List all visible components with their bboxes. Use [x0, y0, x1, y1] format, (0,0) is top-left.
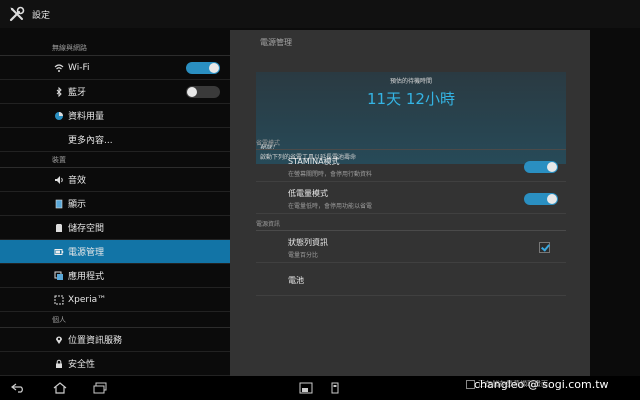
sidebar-item-security[interactable]: 安全性 [0, 352, 230, 376]
power-saving-header: 省電模式 [256, 138, 566, 150]
sidebar-item-label: 電源管理 [68, 248, 105, 258]
sidebar-item-label: 更多內容... [68, 136, 113, 146]
xperia-icon [54, 295, 64, 305]
bluetooth-icon [54, 86, 64, 97]
standby-banner: 預估的待機時間 11天 12小時 秘訣！ 啟動下列的省電工具以延長電池壽命 [256, 72, 566, 164]
sidebar-item-xperia[interactable]: Xperia™ [0, 288, 230, 312]
sidebar-item-apps[interactable]: 應用程式 [0, 264, 230, 288]
settings-tools-icon[interactable] [8, 5, 26, 23]
back-icon[interactable] [10, 381, 26, 395]
sidebar-item-label: 顯示 [68, 200, 87, 210]
power-icon [54, 247, 64, 257]
toggle-knob [209, 62, 219, 73]
stamina-mode-row[interactable]: STAMINA模式 在螢幕關閉時，會停用行動資料 [256, 152, 566, 182]
sidebar-item-label: 應用程式 [68, 272, 105, 282]
small-app-icon[interactable] [298, 381, 314, 395]
sidebar-item-label: 資料用量 [68, 112, 105, 122]
section-header-device: 裝置 [0, 152, 230, 168]
toggle-knob [547, 162, 557, 172]
lock-icon [54, 359, 64, 369]
status-bar-summary: 電量百分比 [288, 252, 319, 259]
data-usage-icon [54, 111, 64, 121]
power-management-panel: 電源管理 預估的待機時間 11天 12小時 秘訣！ 啟動下列的省電工具以延長電池… [230, 30, 590, 376]
power-info-header: 電源資訊 [256, 219, 566, 231]
sidebar-item-label: 音效 [68, 176, 87, 186]
storage-icon [54, 223, 64, 233]
stamina-toggle[interactable] [524, 161, 558, 173]
sidebar-item-label: 位置資訊服務 [68, 336, 123, 346]
sidebar-item-more[interactable]: 更多內容... [0, 128, 230, 152]
sidebar-item-power[interactable]: 電源管理 [0, 240, 230, 264]
settings-list: 無線與網路 Wi-Fi 藍牙 資料用量 更多內容... 裝置 音效 顯示 儲存空… [0, 40, 230, 376]
sidebar-item-display[interactable]: 顯示 [0, 192, 230, 216]
section-header-personal: 個人 [0, 312, 230, 328]
stamina-title: STAMINA模式 [288, 157, 340, 166]
recent-apps-icon[interactable] [92, 381, 108, 395]
bluetooth-toggle[interactable] [186, 85, 220, 98]
sidebar-item-label: Wi-Fi [68, 62, 90, 73]
action-bar: 設定 [0, 0, 640, 28]
low-battery-title: 低電量模式 [288, 189, 328, 198]
estimated-standby-time: 11天 12小時 [367, 90, 455, 108]
low-battery-mode-row[interactable]: 低電量模式 在電量低時，會停用功能以省電 [256, 184, 566, 214]
sidebar-item-wifi[interactable]: Wi-Fi [0, 56, 230, 80]
battery-title: 電池 [288, 276, 304, 285]
sidebar-item-bluetooth[interactable]: 藍牙 [0, 80, 230, 104]
section-header-wireless: 無線與網路 [0, 40, 230, 56]
apps-icon [54, 271, 64, 281]
wifi-icon [54, 63, 64, 73]
sidebar-item-data-usage[interactable]: 資料用量 [0, 104, 230, 128]
status-bar-title: 狀態列資訊 [288, 238, 328, 247]
low-battery-toggle[interactable] [524, 193, 558, 205]
low-battery-summary: 在電量低時，會停用功能以省電 [288, 203, 373, 210]
sidebar-item-location[interactable]: 位置資訊服務 [0, 328, 230, 352]
watermark: changleo @ sogi.com.tw [474, 378, 609, 391]
sidebar-item-label: 儲存空間 [68, 224, 105, 234]
sidebar-item-label: Xperia™ [68, 294, 107, 305]
sidebar-item-sound[interactable]: 音效 [0, 168, 230, 192]
display-icon [54, 199, 64, 209]
location-icon [54, 335, 64, 345]
status-bar-info-row[interactable]: 狀態列資訊 電量百分比 [256, 233, 566, 263]
battery-row[interactable]: 電池 [256, 266, 566, 296]
sidebar-item-label: 藍牙 [68, 88, 87, 98]
sidebar-item-storage[interactable]: 儲存空間 [0, 216, 230, 240]
toggle-knob [187, 86, 197, 97]
remote-icon[interactable] [327, 381, 343, 395]
sidebar-item-label: 安全性 [68, 360, 96, 370]
home-icon[interactable] [52, 381, 68, 395]
app-title: 設定 [32, 10, 51, 21]
wifi-toggle[interactable] [186, 61, 220, 74]
estimated-standby-label: 預估的待機時間 [389, 78, 432, 85]
stamina-summary: 在螢幕關閉時，會停用行動資料 [288, 171, 373, 178]
toggle-knob [547, 194, 557, 204]
sound-icon [54, 175, 64, 185]
panel-title: 電源管理 [260, 37, 292, 47]
status-bar-checkbox[interactable] [539, 242, 550, 253]
